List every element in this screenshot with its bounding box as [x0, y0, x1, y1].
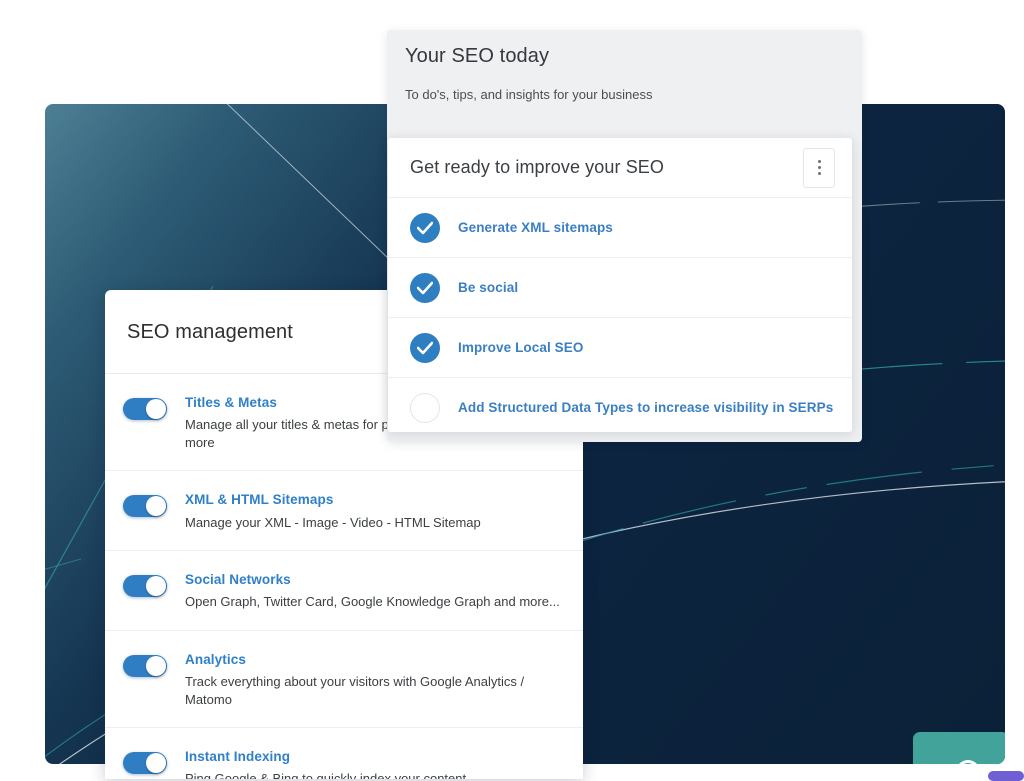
toggle-instant-indexing[interactable] [105, 748, 185, 774]
toggle-analytics[interactable] [105, 651, 185, 677]
checklist-item[interactable]: Add Structured Data Types to increase vi… [388, 378, 852, 432]
seo-feature-row[interactable]: Analytics Track everything about your vi… [105, 631, 583, 728]
checklist-title: Get ready to improve your SEO [410, 157, 664, 178]
toggle-titles-metas[interactable] [105, 394, 185, 420]
toggle-switch[interactable] [123, 495, 167, 517]
row-title[interactable]: Analytics [185, 651, 569, 669]
toggle-knob [146, 753, 166, 773]
magnifier-comet-icon [935, 754, 987, 764]
row-title[interactable]: XML & HTML Sitemaps [185, 491, 569, 509]
checkbox-checked-icon[interactable] [410, 213, 440, 243]
checklist-item-label[interactable]: Be social [458, 280, 518, 295]
toggle-switch[interactable] [123, 398, 167, 420]
check-icon [417, 281, 433, 295]
checklist-item[interactable]: Generate XML sitemaps [388, 198, 852, 258]
checkbox-unchecked-icon[interactable] [410, 393, 440, 423]
toggle-knob [146, 576, 166, 596]
row-text: Analytics Track everything about your vi… [185, 651, 583, 708]
check-icon [417, 221, 433, 235]
purple-accent-sliver [988, 771, 1024, 781]
row-description: Open Graph, Twitter Card, Google Knowled… [185, 593, 569, 611]
row-title[interactable]: Instant Indexing [185, 748, 569, 766]
checklist-item-label[interactable]: Add Structured Data Types to increase vi… [458, 400, 833, 415]
kebab-dot [818, 160, 821, 163]
toggle-knob [146, 496, 166, 516]
toggle-switch[interactable] [123, 655, 167, 677]
toggle-knob [146, 399, 166, 419]
toggle-social-networks[interactable] [105, 571, 185, 597]
checklist-item[interactable]: Improve Local SEO [388, 318, 852, 378]
improve-seo-checklist-card: Get ready to improve your SEO Generate X… [388, 138, 852, 432]
row-description: Manage your XML - Image - Video - HTML S… [185, 514, 569, 532]
your-seo-today-subtitle: To do's, tips, and insights for your bus… [405, 87, 652, 102]
row-title[interactable]: Social Networks [185, 571, 569, 589]
your-seo-today-title: Your SEO today [405, 45, 549, 68]
kebab-menu-icon[interactable] [803, 148, 835, 188]
row-description: Ping Google & Bing to quickly index your… [185, 770, 569, 779]
seo-feature-row[interactable]: XML & HTML Sitemaps Manage your XML - Im… [105, 471, 583, 551]
page-root: SEO management Titles & Metas Manage all… [0, 0, 1024, 779]
toggle-xml-html-sitemaps[interactable] [105, 491, 185, 517]
row-description: Track everything about your visitors wit… [185, 673, 569, 708]
checklist-item-label[interactable]: Improve Local SEO [458, 340, 584, 355]
row-text: XML & HTML Sitemaps Manage your XML - Im… [185, 491, 583, 531]
checkbox-checked-icon[interactable] [410, 273, 440, 303]
row-text: Social Networks Open Graph, Twitter Card… [185, 571, 583, 611]
toggle-knob [146, 656, 166, 676]
checklist-header: Get ready to improve your SEO [388, 138, 852, 198]
checklist-item-label[interactable]: Generate XML sitemaps [458, 220, 613, 235]
toggle-switch[interactable] [123, 575, 167, 597]
check-icon [417, 341, 433, 355]
seo-feature-row[interactable]: Instant Indexing Ping Google & Bing to q… [105, 728, 583, 779]
seo-feature-row[interactable]: Social Networks Open Graph, Twitter Card… [105, 551, 583, 631]
checklist-item[interactable]: Be social [388, 258, 852, 318]
checkbox-checked-icon[interactable] [410, 333, 440, 363]
kebab-dot [818, 166, 821, 169]
row-text: Instant Indexing Ping Google & Bing to q… [185, 748, 583, 779]
toggle-switch[interactable] [123, 752, 167, 774]
kebab-dot [818, 172, 821, 175]
seo-magnifier-tile[interactable] [913, 732, 1005, 764]
